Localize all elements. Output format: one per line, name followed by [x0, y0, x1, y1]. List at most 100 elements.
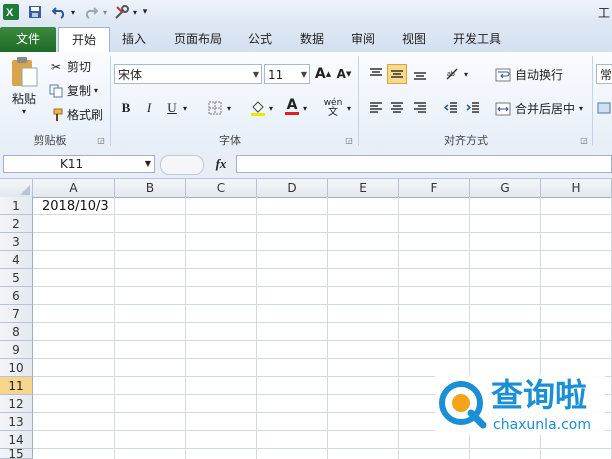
- accounting-format-icon[interactable]: [596, 98, 612, 118]
- paste-button[interactable]: 粘贴 ▾: [6, 56, 42, 126]
- tab-formulas[interactable]: 公式: [240, 27, 280, 52]
- row-header-4[interactable]: 4: [0, 251, 33, 269]
- watermark: 查询啦 chaxunla.com: [435, 375, 605, 435]
- column-header-d[interactable]: D: [257, 179, 328, 197]
- font-name-combo[interactable]: 宋体 ▼: [114, 64, 262, 84]
- clipboard-launcher-icon[interactable]: ◲: [95, 134, 107, 146]
- tab-insert[interactable]: 插入: [114, 27, 154, 52]
- row-header-5[interactable]: 5: [0, 269, 33, 287]
- number-format-combo[interactable]: 常: [596, 64, 612, 84]
- bold-button[interactable]: B: [116, 98, 136, 118]
- tab-file[interactable]: 文件: [0, 27, 56, 52]
- align-middle-button[interactable]: [387, 64, 407, 84]
- underline-button[interactable]: U: [162, 98, 182, 118]
- merge-dropdown-icon[interactable]: ▾: [579, 104, 583, 113]
- phonetic-button[interactable]: wén 文: [322, 98, 344, 118]
- shrink-font-button[interactable]: A ▼: [334, 64, 354, 84]
- excel-app-icon[interactable]: X: [2, 3, 20, 21]
- tools-icon[interactable]: [113, 3, 131, 21]
- wrap-text-button[interactable]: 自动换行: [494, 66, 563, 83]
- tools-dropdown-icon[interactable]: ▾: [130, 3, 140, 21]
- row-header-13[interactable]: 13: [0, 413, 33, 431]
- align-left-button[interactable]: [366, 98, 386, 118]
- border-dropdown-icon[interactable]: ▾: [224, 98, 234, 118]
- tab-review[interactable]: 审阅: [343, 27, 383, 52]
- undo-dropdown-icon[interactable]: ▾: [68, 3, 78, 21]
- align-top-button[interactable]: [366, 64, 386, 84]
- cell-a1[interactable]: 2018/10/3: [42, 198, 109, 216]
- format-painter-button[interactable]: 格式刷: [48, 106, 103, 123]
- row-header-12[interactable]: 12: [0, 395, 33, 413]
- font-color-dropdown-icon[interactable]: ▾: [300, 98, 310, 118]
- copy-label: 复制: [67, 84, 92, 98]
- row-header-7[interactable]: 7: [0, 305, 33, 323]
- function-icon: fx: [215, 156, 227, 171]
- border-button[interactable]: [205, 98, 225, 118]
- column-header-e[interactable]: E: [328, 179, 399, 197]
- column-header-a[interactable]: A: [33, 179, 115, 197]
- align-bottom-button[interactable]: [410, 64, 430, 84]
- font-color-button[interactable]: A: [282, 96, 302, 116]
- name-box-value: K11: [60, 157, 84, 171]
- align-center-button[interactable]: [387, 98, 407, 118]
- column-header-h[interactable]: H: [541, 179, 612, 197]
- phonetic-dropdown-icon[interactable]: ▾: [344, 98, 354, 118]
- watermark-url: chaxunla.com: [493, 417, 591, 433]
- copy-button[interactable]: 复制 ▾: [48, 82, 98, 99]
- tab-view[interactable]: 视图: [394, 27, 434, 52]
- tab-developer[interactable]: 开发工具: [444, 27, 510, 52]
- merge-center-button[interactable]: 合并后居中 ▾: [494, 100, 583, 117]
- column-header-bar: A B C D E F G H: [0, 179, 612, 198]
- font-size-combo[interactable]: 11 ▼: [264, 64, 310, 84]
- increase-indent-button[interactable]: [463, 98, 483, 118]
- align-left-icon: [370, 102, 382, 113]
- alignment-launcher-icon[interactable]: ◲: [578, 134, 590, 146]
- fill-bucket-icon: [251, 101, 265, 116]
- fill-color-button[interactable]: [248, 98, 268, 118]
- italic-button[interactable]: I: [139, 98, 159, 118]
- row-header-11[interactable]: 11: [0, 377, 33, 395]
- paste-label: 粘贴: [11, 92, 36, 106]
- row-header-1[interactable]: 1: [0, 197, 33, 215]
- orientation-button[interactable]: ab: [443, 64, 463, 84]
- insert-function-button[interactable]: fx: [210, 154, 232, 174]
- font-launcher-icon[interactable]: ◲: [343, 134, 355, 146]
- window-title: 工: [597, 5, 610, 20]
- row-header-2[interactable]: 2: [0, 215, 33, 233]
- row-header-3[interactable]: 3: [0, 233, 33, 251]
- tab-home[interactable]: 开始: [58, 27, 110, 53]
- name-box[interactable]: K11 ▼: [3, 155, 155, 173]
- underline-dropdown-icon[interactable]: ▾: [180, 98, 190, 118]
- ribbon-tab-bar: 文件 开始 插入 页面布局 公式 数据 审阅 视图 开发工具: [0, 24, 612, 53]
- tab-page-layout[interactable]: 页面布局: [166, 27, 230, 52]
- grow-font-button[interactable]: A ▲: [313, 64, 333, 84]
- column-header-g[interactable]: G: [470, 179, 541, 197]
- redo-dropdown-icon[interactable]: ▾: [100, 3, 110, 21]
- watermark-brand: 查询啦: [491, 376, 588, 414]
- tab-data[interactable]: 数据: [292, 27, 332, 52]
- row-header-14[interactable]: 14: [0, 431, 33, 449]
- fill-color-dropdown-icon[interactable]: ▾: [266, 98, 276, 118]
- cut-button[interactable]: ✂ 剪切: [48, 58, 91, 75]
- decrease-indent-button[interactable]: [441, 98, 461, 118]
- align-right-button[interactable]: [410, 98, 430, 118]
- orientation-dropdown-icon[interactable]: ▾: [461, 64, 471, 84]
- column-header-b[interactable]: B: [115, 179, 186, 197]
- row-header-10[interactable]: 10: [0, 359, 33, 377]
- row-header-9[interactable]: 9: [0, 341, 33, 359]
- formula-input[interactable]: [236, 155, 612, 173]
- format-painter-icon: [48, 108, 64, 122]
- save-icon[interactable]: [26, 3, 44, 21]
- undo-icon[interactable]: [50, 3, 68, 21]
- row-header-8[interactable]: 8: [0, 323, 33, 341]
- column-header-c[interactable]: C: [186, 179, 257, 197]
- redo-icon[interactable]: [82, 3, 100, 21]
- select-all-button[interactable]: [0, 179, 33, 197]
- copy-dropdown-icon[interactable]: ▾: [94, 86, 98, 95]
- clipboard-group-label: 剪贴板: [33, 134, 67, 147]
- paste-dropdown-icon[interactable]: ▾: [22, 107, 26, 116]
- customize-qat-icon[interactable]: ▾: [140, 3, 150, 21]
- row-header-15[interactable]: 15: [0, 449, 33, 459]
- row-header-6[interactable]: 6: [0, 287, 33, 305]
- column-header-f[interactable]: F: [399, 179, 470, 197]
